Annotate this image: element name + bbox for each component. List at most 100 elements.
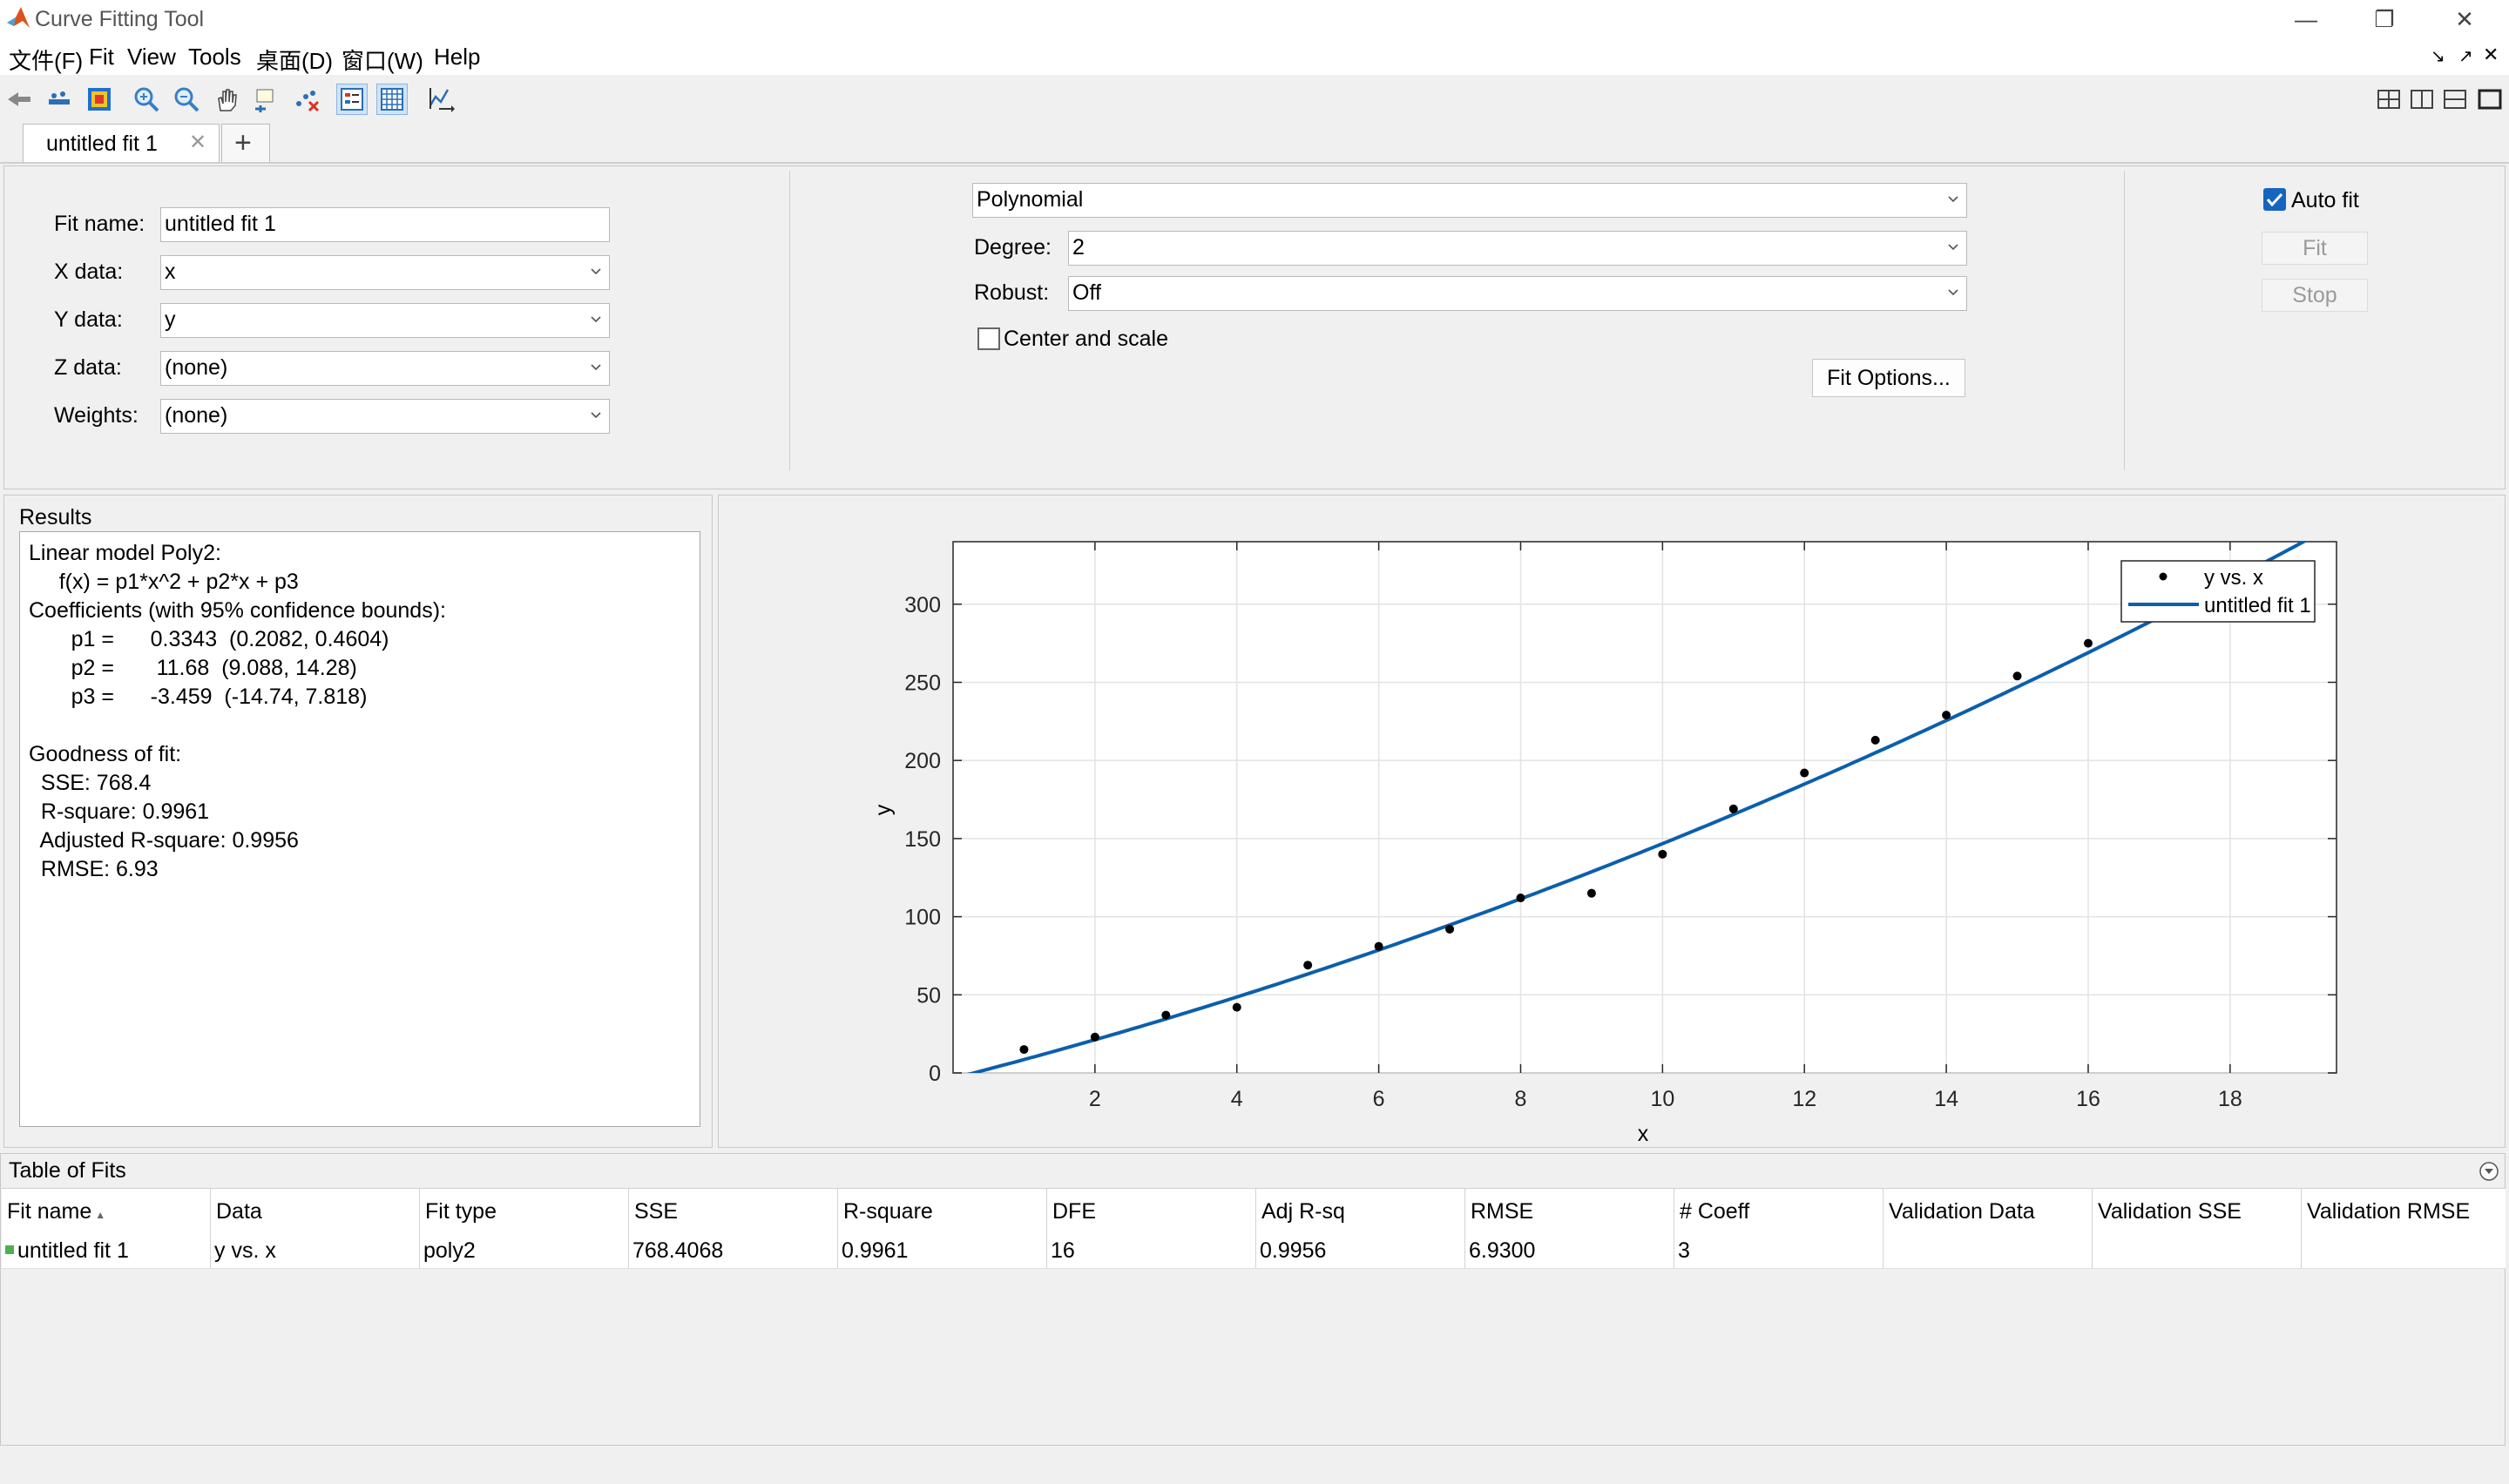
data-cursor-icon[interactable] xyxy=(251,84,282,115)
robust-value: Off xyxy=(1072,280,1101,305)
weights-value: (none) xyxy=(165,403,228,428)
divider xyxy=(789,171,790,470)
col-data[interactable]: Data xyxy=(211,1189,420,1234)
col-validation-data[interactable]: Validation Data xyxy=(1883,1189,2093,1234)
col-sse[interactable]: SSE xyxy=(629,1189,838,1234)
minimize-button[interactable]: — xyxy=(2267,0,2345,38)
zoom-in-icon[interactable] xyxy=(131,84,162,115)
fit-plot[interactable]: 2 4 6 8 10 12 14 16 18 0 50 100 150 200 250 300 x y y v… xyxy=(718,495,2506,1148)
cell-num-coeff: 3 xyxy=(1674,1233,1883,1268)
col-fit-type[interactable]: Fit type xyxy=(420,1189,629,1234)
col-num-coeff[interactable]: # Coeff xyxy=(1674,1189,1883,1234)
fit-button[interactable]: Fit xyxy=(2262,232,2368,265)
col-validation-sse[interactable]: Validation SSE xyxy=(2093,1189,2302,1234)
col-rmse[interactable]: RMSE xyxy=(1465,1189,1674,1234)
z-data-label: Z data: xyxy=(54,355,122,380)
fit-status-indicator-icon xyxy=(5,1245,14,1254)
fit-type-select[interactable]: Polynomial xyxy=(972,183,1967,218)
x-tick-label: 6 xyxy=(1373,1087,1385,1111)
x-tick-label: 18 xyxy=(2218,1087,2242,1111)
tab-strip xyxy=(0,122,2509,164)
new-fit-tab-button[interactable]: + xyxy=(221,124,270,162)
legend-toggle-icon[interactable] xyxy=(336,84,368,115)
col-adj-r-sq[interactable]: Adj R-sq xyxy=(1256,1189,1465,1234)
menu-window[interactable]: 窗口(W) xyxy=(342,44,423,76)
grid-toggle-icon[interactable] xyxy=(376,84,408,115)
col-dfe[interactable]: DFE xyxy=(1047,1189,1256,1234)
y-data-value: y xyxy=(165,307,176,332)
col-fit-name[interactable]: Fit name ▲ xyxy=(2,1189,211,1234)
z-data-select[interactable]: (none) xyxy=(160,351,610,386)
single-layout-icon[interactable] xyxy=(2474,84,2506,115)
data-point xyxy=(1728,804,1738,813)
y-tick-label: 0 xyxy=(929,1062,941,1086)
legend[interactable]: y vs. x untitled fit 1 xyxy=(2120,560,2316,623)
legend-marker-points xyxy=(2159,572,2167,581)
col-validation-rmse[interactable]: Validation RMSE xyxy=(2302,1189,2506,1234)
x-tick-label: 16 xyxy=(2076,1087,2100,1111)
chevron-down-icon xyxy=(591,316,601,323)
y-tick-label: 250 xyxy=(904,671,941,695)
exclude-outliers-icon[interactable] xyxy=(291,84,322,115)
plus-icon: + xyxy=(234,126,252,159)
x-tick-label: 10 xyxy=(1650,1087,1674,1111)
auto-fit-checkbox[interactable] xyxy=(2263,188,2286,211)
y-data-select[interactable]: y xyxy=(160,303,610,338)
y-tick-label: 300 xyxy=(904,593,941,617)
zoom-out-icon[interactable] xyxy=(171,84,202,115)
collapse-panel-icon[interactable] xyxy=(2478,1160,2500,1183)
col-r-square[interactable]: R-square xyxy=(838,1189,1047,1234)
x-tick-label: 8 xyxy=(1515,1087,1527,1111)
restore-button[interactable]: ❐ xyxy=(2345,0,2424,38)
title-bar: Curve Fitting Tool — ❐ ✕ xyxy=(0,0,2509,38)
back-arrow-icon[interactable] xyxy=(3,84,35,115)
table-header-row: Fit name ▲ Data Fit type SSE R-square DFE… xyxy=(2,1188,2506,1235)
tile-layout-icon[interactable] xyxy=(2373,84,2404,115)
toolbar xyxy=(0,77,2509,123)
result-line: SSE: 768.4 xyxy=(29,771,152,795)
table-of-fits-title: Table of Fits xyxy=(9,1158,126,1183)
close-panel-icon[interactable]: ✕ xyxy=(2483,44,2499,66)
degree-label: Degree: xyxy=(974,235,1052,260)
close-tab-icon[interactable]: ✕ xyxy=(189,130,206,155)
undock-icon[interactable]: ↘ xyxy=(2431,45,2445,67)
robust-select[interactable]: Off xyxy=(1068,276,1967,311)
table-row[interactable]: untitled fit 1 y vs. x poly2 768.4068 0.… xyxy=(2,1233,2506,1269)
menu-file[interactable]: 文件(F) xyxy=(9,44,83,76)
degree-select[interactable]: 2 xyxy=(1068,231,1967,266)
weights-select[interactable]: (none) xyxy=(160,399,610,434)
window-title: Curve Fitting Tool xyxy=(35,7,205,31)
residuals-icon[interactable] xyxy=(84,84,115,115)
menu-tools[interactable]: Tools xyxy=(188,44,241,71)
menu-desktop[interactable]: 桌面(D) xyxy=(256,44,333,76)
top-bottom-layout-icon[interactable] xyxy=(2439,84,2471,115)
data-point xyxy=(1374,941,1383,951)
menu-fit[interactable]: Fit xyxy=(89,44,114,71)
dock-icon[interactable]: ↗ xyxy=(2458,45,2473,67)
fit-name-input[interactable]: untitled fit 1 xyxy=(160,207,610,242)
results-text-area[interactable]: Linear model Poly2: f(x) = p1*x^2 + p2*x… xyxy=(19,531,700,1127)
result-line: Goodness of fit: xyxy=(29,742,182,766)
result-line: R-square: 0.9961 xyxy=(29,799,210,824)
fit-options-button[interactable]: Fit Options... xyxy=(1812,359,1965,397)
cell-validation-data xyxy=(1883,1233,2093,1268)
axes-limits-icon[interactable] xyxy=(425,84,456,115)
left-right-layout-icon[interactable] xyxy=(2406,84,2438,115)
data-icon[interactable] xyxy=(44,84,75,115)
x-data-select[interactable]: x xyxy=(160,255,610,290)
cell-validation-rmse xyxy=(2302,1233,2506,1268)
data-point xyxy=(1019,1045,1029,1055)
result-line: Linear model Poly2: xyxy=(29,541,221,565)
cell-r-square: 0.9961 xyxy=(838,1233,1047,1268)
close-button[interactable]: ✕ xyxy=(2425,0,2504,38)
cell-sse: 768.4068 xyxy=(629,1233,838,1268)
pan-hand-icon[interactable] xyxy=(211,84,242,115)
result-line: f(x) = p1*x^2 + p2*x + p3 xyxy=(29,570,299,594)
center-scale-checkbox[interactable] xyxy=(977,327,1000,350)
robust-label: Robust: xyxy=(974,280,1050,305)
data-point xyxy=(1516,894,1525,903)
tab-untitled-fit-1[interactable]: untitled fit 1 ✕ xyxy=(23,124,220,162)
menu-help[interactable]: Help xyxy=(434,44,480,71)
stop-button[interactable]: Stop xyxy=(2262,279,2368,312)
menu-view[interactable]: View xyxy=(127,44,176,71)
